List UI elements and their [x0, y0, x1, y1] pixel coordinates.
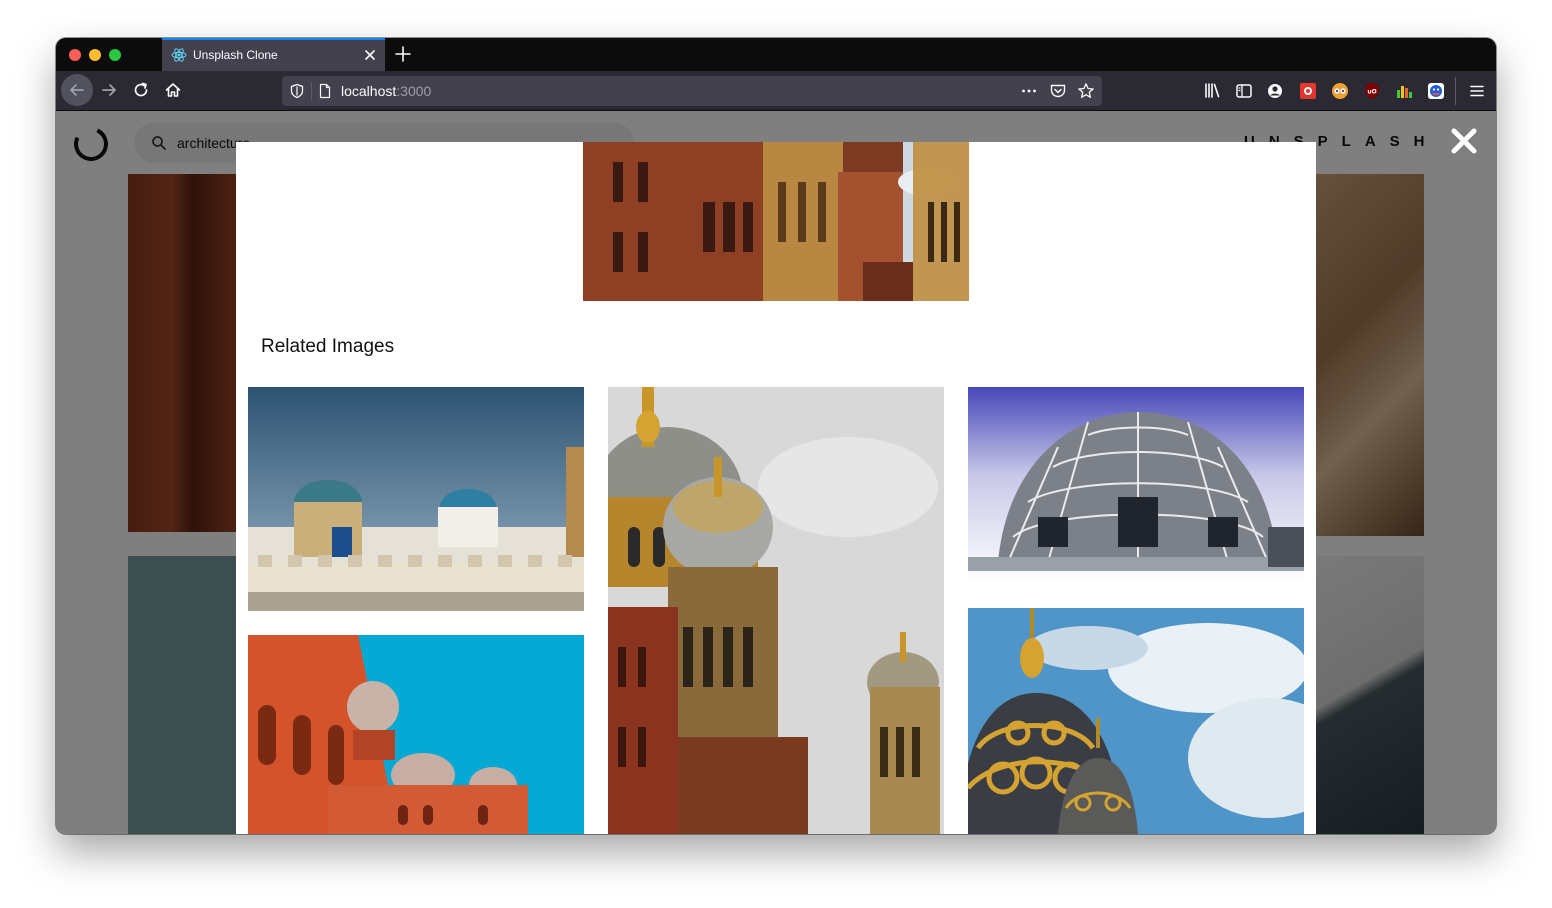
related-image[interactable] [968, 608, 1304, 834]
extension-eyes-icon[interactable] [1330, 81, 1350, 101]
hamburger-menu-icon[interactable] [1467, 81, 1487, 101]
extension-face-icon[interactable] [1426, 81, 1446, 101]
url-text[interactable]: localhost:3000 [341, 83, 431, 99]
arrow-right-icon[interactable] [94, 75, 124, 105]
library-icon[interactable] [1202, 81, 1222, 101]
close-icon[interactable] [361, 46, 379, 64]
related-image[interactable] [248, 387, 584, 611]
bookmark-star-icon[interactable] [1077, 82, 1095, 100]
arrow-left-icon[interactable] [61, 74, 93, 106]
close-window-button[interactable] [69, 49, 81, 61]
browser-window: Unsplash Clone localhost:3000 uO archite… [56, 38, 1496, 834]
plus-icon[interactable] [393, 44, 413, 64]
react-icon [171, 47, 187, 63]
toolbar-separator [1455, 77, 1456, 105]
minimize-window-button[interactable] [89, 49, 101, 61]
account-icon[interactable] [1265, 81, 1285, 101]
reload-icon[interactable] [126, 75, 156, 105]
home-icon[interactable] [158, 75, 188, 105]
extension-red-icon[interactable] [1298, 81, 1318, 101]
sidebar-icon[interactable] [1234, 81, 1254, 101]
svg-text:uO: uO [1367, 89, 1376, 96]
url-host: localhost [341, 83, 397, 99]
tab-bar: Unsplash Clone [56, 38, 1496, 71]
url-bar[interactable]: localhost:3000 [282, 76, 1102, 106]
related-image[interactable] [248, 635, 584, 834]
url-separator [311, 82, 312, 100]
tab-title: Unsplash Clone [193, 48, 278, 62]
ublock-icon[interactable]: uO [1362, 81, 1382, 101]
related-image[interactable] [608, 387, 944, 834]
page-icon[interactable] [317, 83, 333, 99]
maximize-window-button[interactable] [109, 49, 121, 61]
selected-image[interactable] [583, 142, 969, 301]
related-images-title: Related Images [261, 336, 395, 357]
equalizer-icon[interactable] [1394, 81, 1414, 101]
pocket-icon[interactable] [1049, 82, 1067, 100]
url-port: :3000 [396, 83, 432, 99]
navigation-toolbar: localhost:3000 uO [56, 71, 1496, 111]
shield-icon[interactable] [289, 83, 305, 99]
browser-tab[interactable]: Unsplash Clone [162, 38, 385, 71]
related-image[interactable] [968, 387, 1304, 584]
page-content: UNSPLASH [56, 111, 1496, 834]
image-modal: Related Images [236, 142, 1316, 834]
more-actions-icon[interactable] [1020, 82, 1038, 100]
close-x-icon[interactable] [1450, 127, 1478, 155]
